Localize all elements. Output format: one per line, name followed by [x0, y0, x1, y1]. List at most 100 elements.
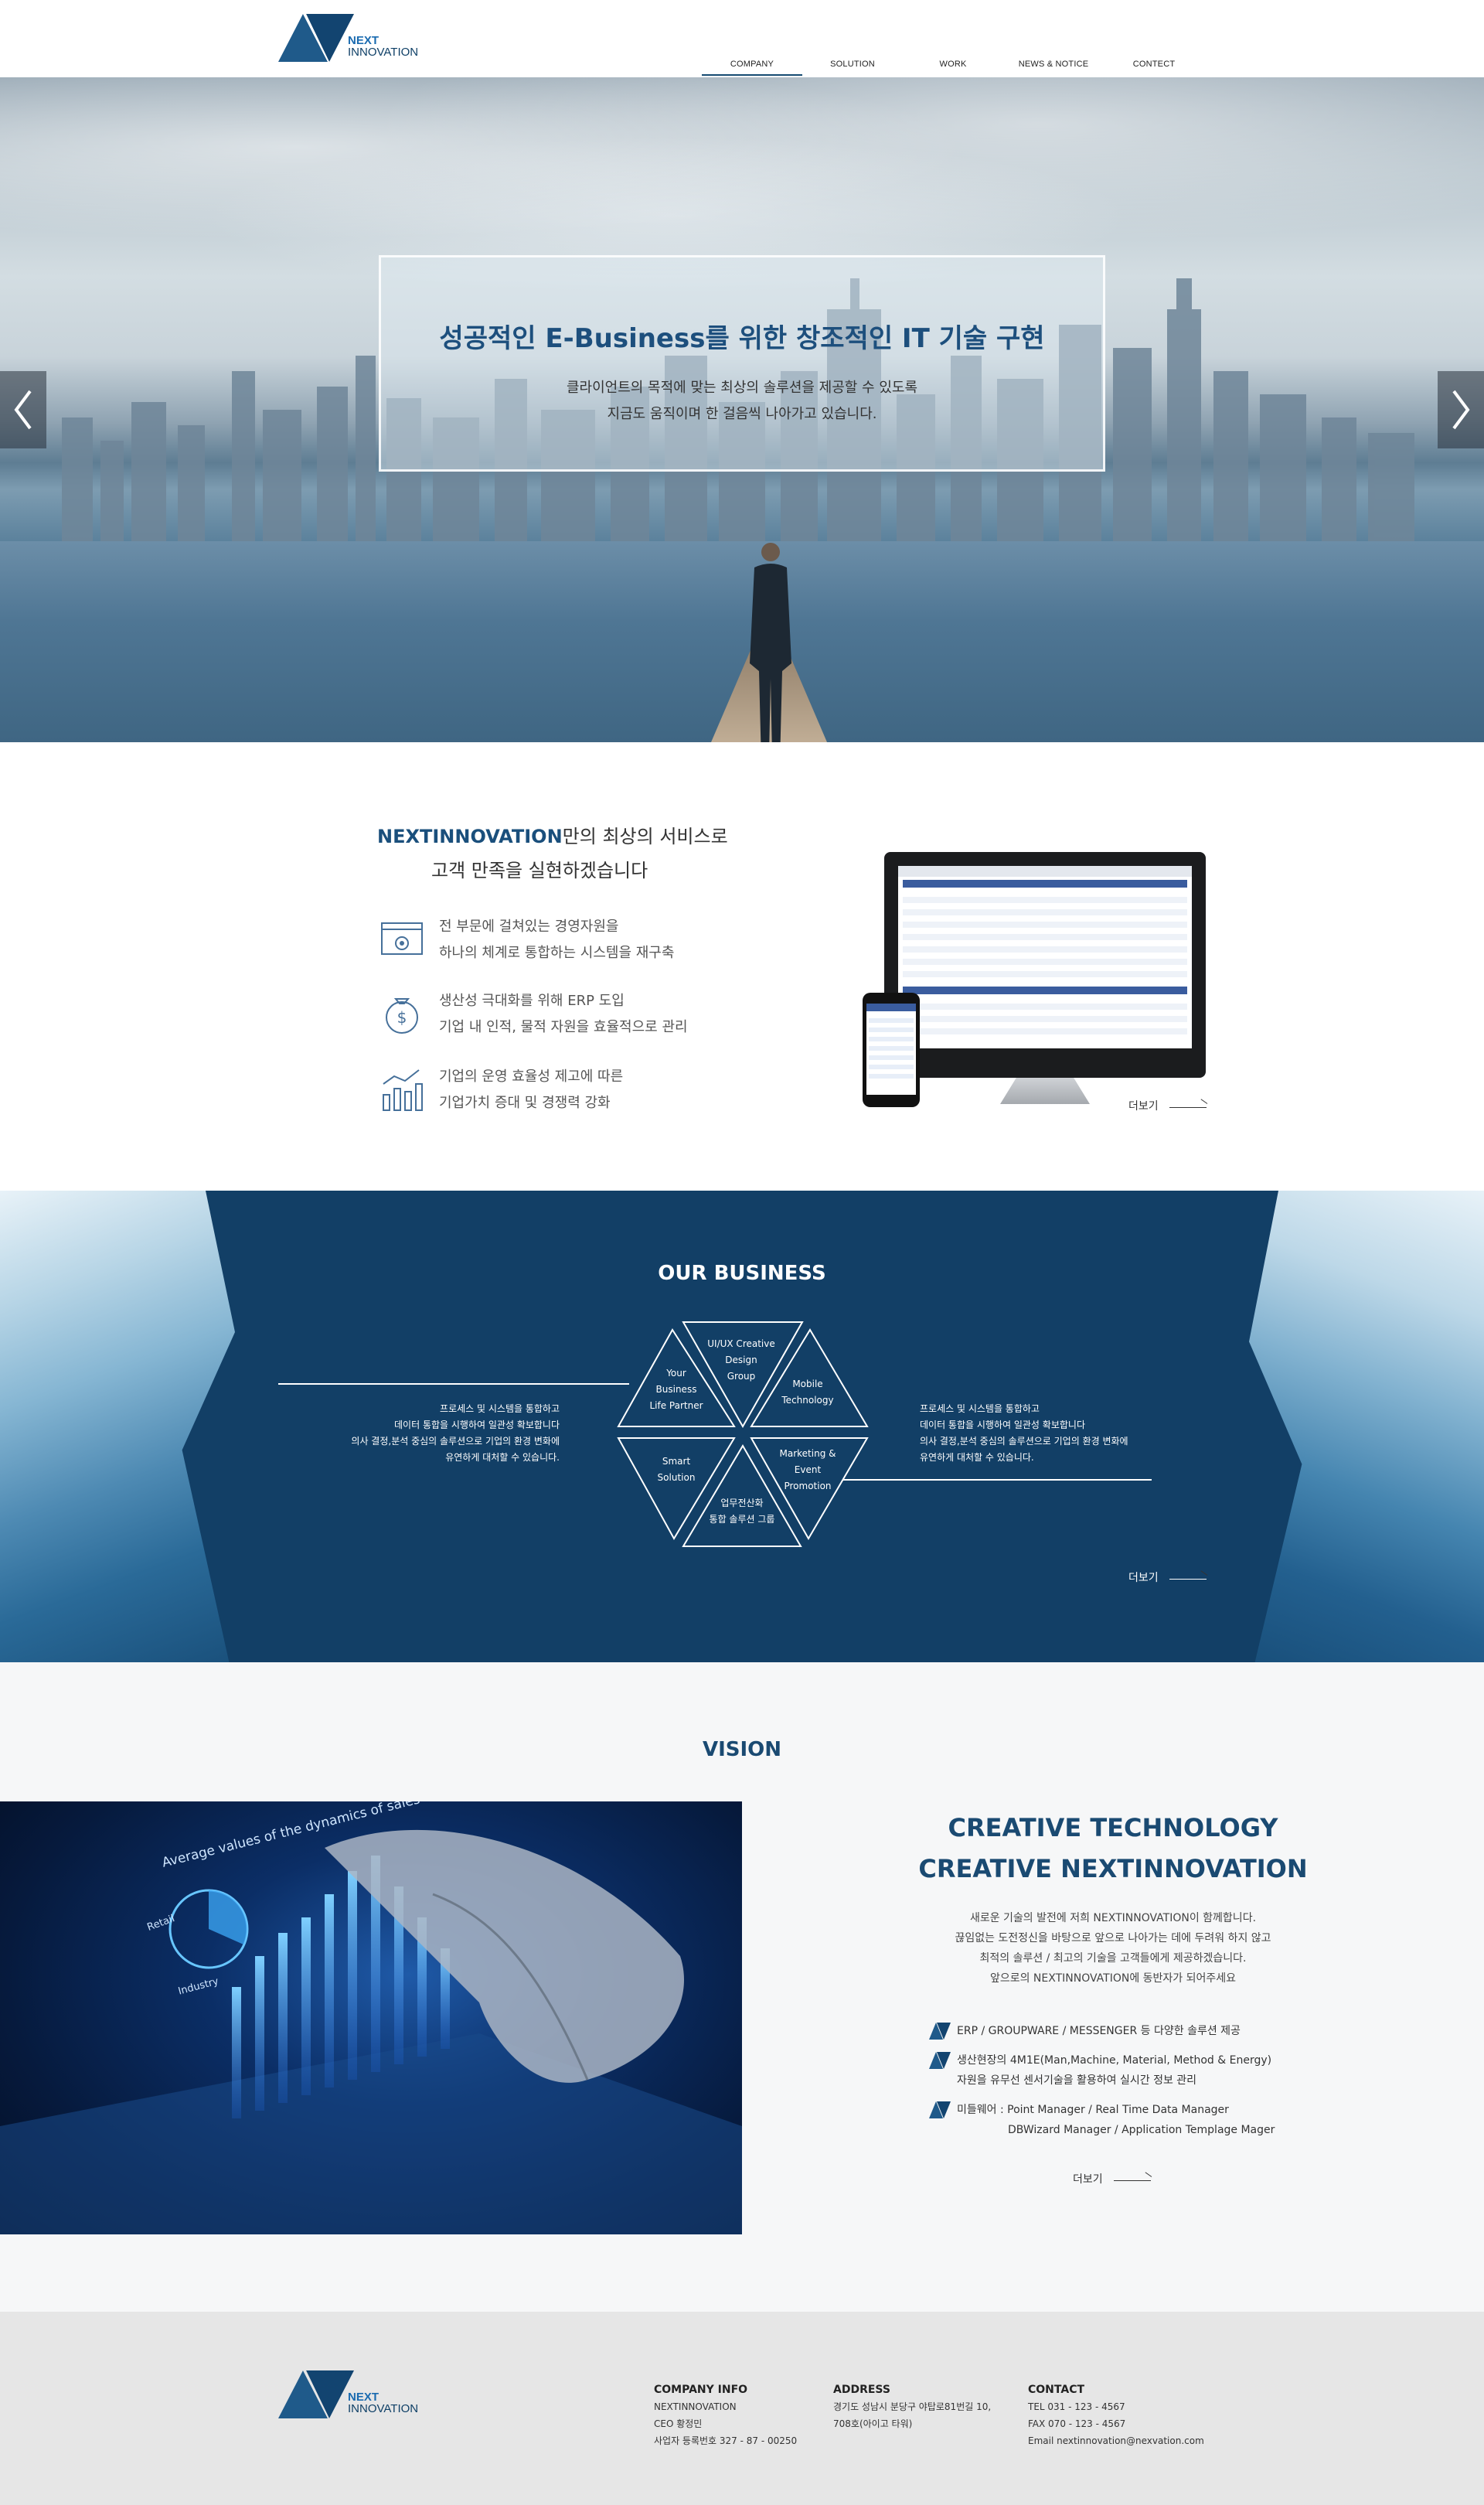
contact-fax: FAX 070 - 123 - 4567	[1028, 2418, 1126, 2429]
logo-triangle-bullet-icon	[929, 2052, 951, 2069]
services-section: NEXTINNOVATION만의 최상의 서비스로 고객 만족을 실현하겠습니다…	[0, 742, 1484, 1191]
tri-integration-line2: 통합 솔루션 그룹	[709, 1514, 775, 1525]
service-3-line1: 기업의 운영 효율성 제고에 따른	[439, 1068, 624, 1085]
tri-marketing-event: Marketing & Event Promotion	[771, 1446, 844, 1494]
logo-triangle-bullet-icon	[929, 2101, 951, 2118]
tri-integration-group: 업무전산화 통합 솔루션 그룹	[700, 1495, 784, 1528]
site-footer: NEXT INNOVATION COMPANY INFO NEXTINNOVAT…	[0, 2312, 1484, 2505]
service-1-line1: 전 부문에 걸쳐있는 경영자원을	[439, 918, 619, 935]
business-more-label: 더보기	[1128, 1572, 1159, 1584]
service-text-2: 생산성 극대화를 위해 ERP 도입 기업 내 인적, 물적 자원을 효율적으로…	[439, 988, 688, 1041]
site-logo[interactable]: NEXT INNOVATION	[278, 14, 418, 62]
company-ceo: CEO 황정민	[654, 2418, 703, 2429]
hologram-chart-illustration	[0, 1829, 742, 2234]
services-more-link[interactable]: 더보기	[1128, 1098, 1207, 1113]
footer-contact: CONTACT TEL 031 - 123 - 4567 FAX 070 - 1…	[1028, 2381, 1204, 2449]
logo-line2: INNOVATION	[348, 46, 419, 59]
tri-partner-line2: Business	[655, 1384, 697, 1395]
svg-text:$: $	[397, 1008, 407, 1027]
nav-company[interactable]: COMPANY	[702, 51, 802, 76]
desc-left-line4: 유연하게 대처할 수 있습니다.	[445, 1452, 560, 1463]
contact-tel[interactable]: TEL 031 - 123 - 4567	[1028, 2398, 1204, 2415]
desc-left-line2: 데이터 통합을 시행하여 일관성 확보합니다	[394, 1420, 560, 1430]
service-2-line1: 생산성 극대화를 위해 ERP 도입	[439, 993, 625, 1009]
logo-mark-icon	[278, 2370, 354, 2418]
business-more-link[interactable]: 더보기	[1128, 1569, 1207, 1585]
tri-uiux-line1: UI/UX Creative	[707, 1338, 775, 1349]
tri-uiux-line2: Design	[725, 1355, 757, 1365]
footer-company-info: COMPANY INFO NEXTINNOVATION CEO 황정민 사업자 …	[654, 2381, 797, 2449]
vision-hand-chart-image: Average values of the dynamics of sales …	[0, 1801, 742, 2234]
arrow-right-icon	[1113, 2180, 1151, 2181]
company-name: NEXTINNOVATION	[654, 2401, 737, 2412]
service-3-line2: 기업가치 증대 및 경쟁력 강화	[439, 1095, 611, 1111]
logo-text: NEXT INNOVATION	[348, 35, 418, 58]
tri-uiux-design: UI/UX Creative Design Group	[706, 1336, 776, 1385]
footer-address: ADDRESS 경기도 성남시 분당구 야탑로81번길 10, 708호(아이고…	[833, 2381, 991, 2432]
business-section: OUR BUSINESS UI/UX Creative Design Group…	[0, 1191, 1484, 1662]
address-heading: ADDRESS	[833, 2384, 890, 2396]
logo-triangle-bullet-icon	[929, 2023, 951, 2040]
tri-marketing-line3: Promotion	[784, 1481, 832, 1491]
vision-para-line1: 새로운 기술의 발전에 저희 NEXTINNOVATION이 함께합니다.	[969, 1912, 1257, 1924]
contact-email[interactable]: Email nextinnovation@nexvation.com	[1028, 2432, 1204, 2449]
vision-heading-2: CREATIVE NEXTINNOVATION	[918, 1854, 1308, 1883]
logo-mark-icon	[278, 14, 354, 62]
vision-more-label: 더보기	[1073, 2173, 1103, 2186]
tri-smart-line2: Solution	[657, 1472, 696, 1483]
desc-right-line3: 의사 결정,분석 중심의 솔루션으로 기업의 환경 변화에	[920, 1436, 1128, 1447]
tri-mobile-technology: Mobile Technology	[773, 1376, 842, 1409]
hero-subtitle: 클라이언트의 목적에 맞는 최상의 솔루션을 제공할 수 있도록 지금도 움직이…	[0, 375, 1484, 428]
hero-subtitle-line2: 지금도 움직이며 한 걸음씩 나아가고 있습니다.	[607, 406, 877, 422]
address-line1: 경기도 성남시 분당구 야탑로81번길 10,	[833, 2401, 992, 2412]
service-text-3: 기업의 운영 효율성 제고에 따른 기업가치 증대 및 경쟁력 강화	[439, 1064, 623, 1116]
vision-list-item-2: 생산현장의 4M1E(Man,Machine, Material, Method…	[929, 2050, 1271, 2091]
vision-list-item-3: 미들웨어 : Point Manager / Real Time Data Ma…	[929, 2100, 1275, 2140]
logo-line1: NEXT	[348, 34, 380, 47]
vision-para-line4: 앞으로의 NEXTINNOVATION에 동반자가 되어주세요	[989, 1972, 1237, 1985]
services-more-label: 더보기	[1128, 1100, 1159, 1113]
nav-solution[interactable]: SOLUTION	[802, 51, 903, 76]
monitor-screen	[898, 866, 1192, 1048]
vision-list-2-line1: 생산현장의 4M1E(Man,Machine, Material, Method…	[957, 2054, 1272, 2067]
service-text-1: 전 부문에 걸쳐있는 경영자원을 하나의 체계로 통합하는 시스템을 재구축	[439, 914, 674, 966]
desc-left-line1: 프로세스 및 시스템을 통합하고	[440, 1403, 560, 1414]
tri-smart-solution: Smart Solution	[642, 1454, 711, 1486]
vision-heading-1: CREATIVE TECHNOLOGY	[948, 1813, 1278, 1842]
desc-right-line1: 프로세스 및 시스템을 통합하고	[920, 1403, 1040, 1414]
main-nav: COMPANY SOLUTION WORK NEWS & NOTICE CONT…	[702, 51, 1204, 76]
service-item-1: 전 부문에 걸쳐있는 경영자원을 하나의 체계로 통합하는 시스템을 재구축	[379, 914, 674, 966]
desc-right-line2: 데이터 통합을 시행하여 일관성 확보합니다	[920, 1420, 1085, 1430]
business-desc-right: 프로세스 및 시스템을 통합하고 데이터 통합을 시행하여 일관성 확보합니다 …	[920, 1401, 1198, 1466]
tri-marketing-line2: Event	[794, 1464, 822, 1475]
footer-logo[interactable]: NEXT INNOVATION	[278, 2370, 418, 2418]
desc-left-line3: 의사 결정,분석 중심의 솔루션으로 기업의 환경 변화에	[351, 1436, 560, 1447]
next-slide-button[interactable]	[1438, 371, 1484, 448]
businessman-figure-image	[750, 543, 791, 742]
service-1-line2: 하나의 체계로 통합하는 시스템을 재구축	[439, 945, 675, 961]
services-title-brand: NEXTINNOVATION	[377, 826, 563, 847]
footer-logo-text: NEXT INNOVATION	[348, 2391, 418, 2415]
vision-title: VISION	[702, 1738, 782, 1761]
nav-work[interactable]: WORK	[903, 51, 1003, 76]
prev-slide-button[interactable]	[0, 371, 46, 448]
service-2-line2: 기업 내 인적, 물적 자원을 효율적으로 관리	[439, 1019, 688, 1035]
contact-heading: CONTACT	[1028, 2384, 1085, 2396]
money-bag-icon: $	[386, 998, 418, 1034]
business-desc-left: 프로세스 및 시스템을 통합하고 데이터 통합을 시행하여 일관성 확보합니다 …	[294, 1401, 560, 1466]
chevron-right-icon	[1452, 390, 1470, 430]
arrow-right-icon	[1169, 1578, 1207, 1580]
vision-list-3-line2: DBWizard Manager / Application Templage …	[1008, 2124, 1275, 2136]
nav-contect[interactable]: CONTECT	[1104, 51, 1204, 76]
vision-list-1-line1: ERP / GROUPWARE / MESSENGER 등 다양한 솔루션 제공	[957, 2025, 1241, 2037]
site-header: NEXT INNOVATION COMPANY SOLUTION WORK NE…	[0, 0, 1484, 77]
vision-list-2-line2: 자원을 유무선 센서기술을 활용하여 실시간 정보 관리	[957, 2074, 1197, 2087]
services-title-line2: 고객 만족을 실현하겠습니다	[431, 860, 648, 881]
tri-mobile-line2: Technology	[781, 1395, 834, 1406]
tri-business-partner: Your Business Life Partner	[642, 1365, 711, 1414]
phone-mockup	[863, 993, 920, 1107]
nav-news-notice[interactable]: NEWS & NOTICE	[1003, 51, 1104, 76]
vision-more-link[interactable]: 더보기	[1073, 2171, 1151, 2186]
address-line2: 708호(아이고 타워)	[833, 2418, 913, 2429]
footer-logo-line2: INNOVATION	[348, 2402, 419, 2415]
